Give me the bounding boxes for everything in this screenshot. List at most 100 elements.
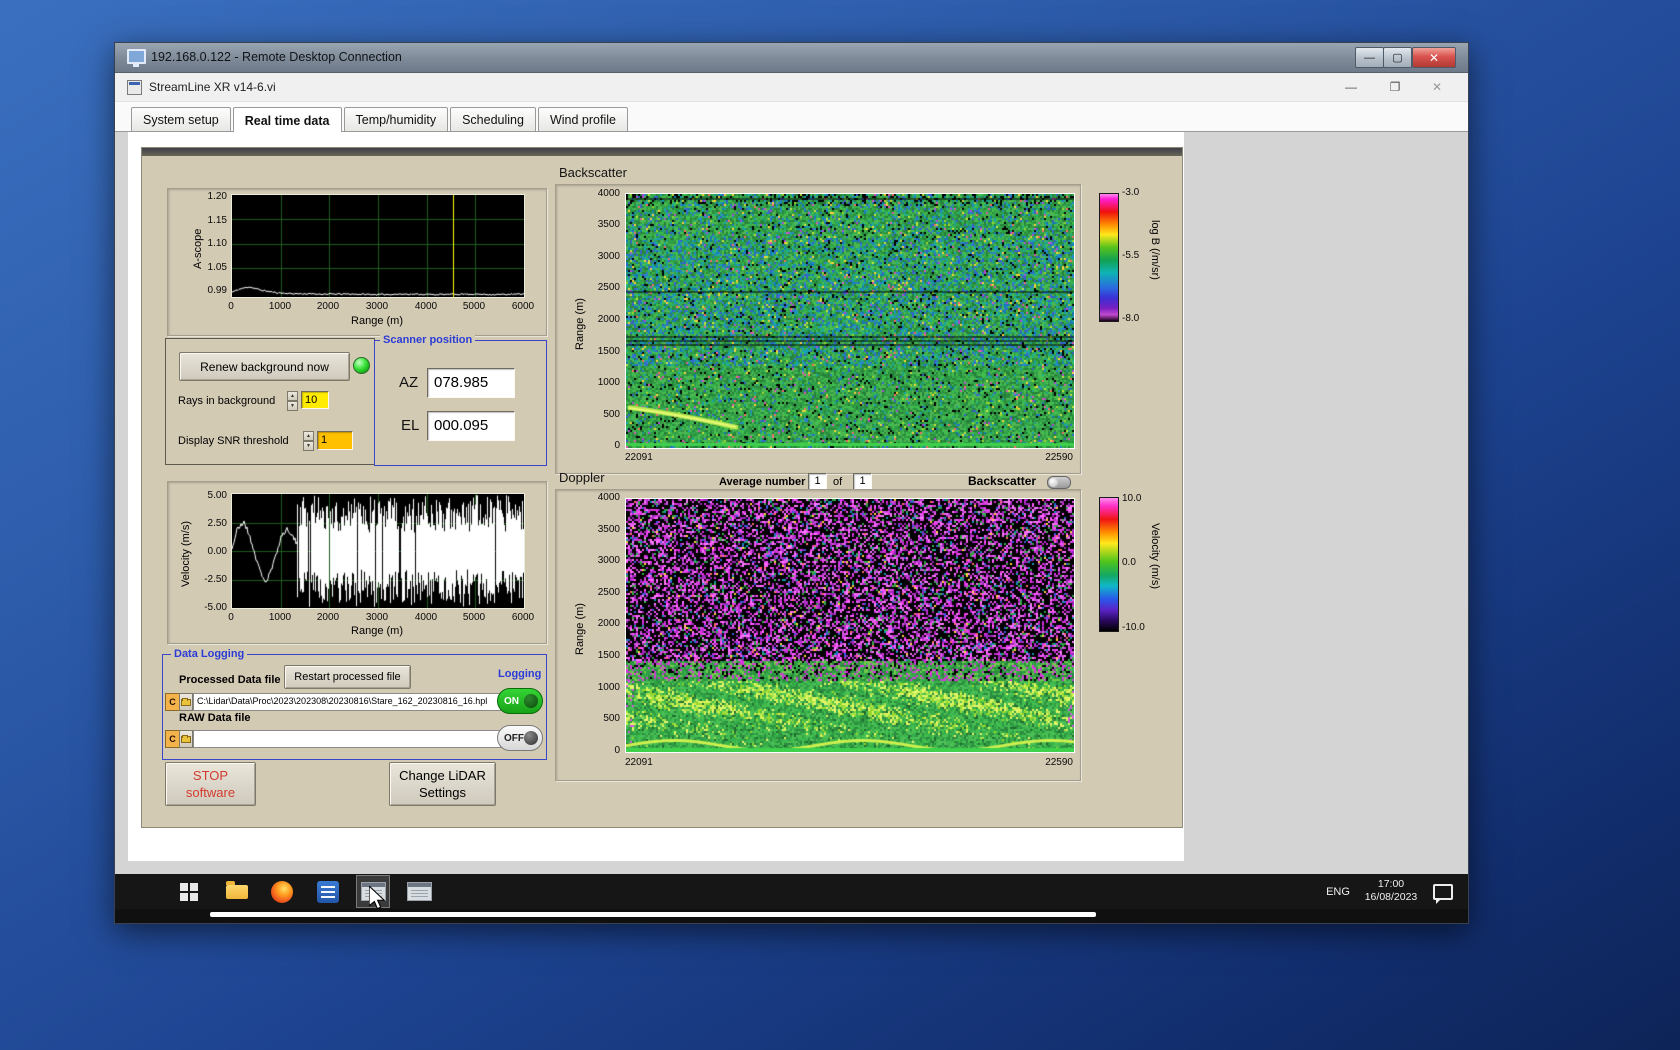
browse-processed-folder-button[interactable] bbox=[179, 693, 193, 711]
remote-desktop: StreamLine XR v14-6.vi — ❐ ✕ System setu… bbox=[115, 73, 1468, 923]
browse-raw-folder-button[interactable] bbox=[179, 730, 193, 748]
doppler-colorbar: 10.0 0.0 -10.0 Velocity (m/s) bbox=[1099, 493, 1195, 783]
app-window: StreamLine XR v14-6.vi — ❐ ✕ System setu… bbox=[115, 73, 1468, 876]
rdp-titlebar[interactable]: 192.168.0.122 - Remote Desktop Connectio… bbox=[115, 43, 1468, 73]
data-logging-title: Data Logging bbox=[171, 647, 248, 661]
snr-threshold-field[interactable]: 1 bbox=[317, 431, 353, 450]
backscatter-ytick: 3500 bbox=[597, 219, 620, 230]
snr-threshold-label: Display SNR threshold bbox=[178, 435, 289, 447]
folder-icon bbox=[181, 697, 191, 706]
scanner-position-title: Scanner position bbox=[380, 333, 476, 347]
clock-date: 16/08/2023 bbox=[1364, 891, 1418, 903]
spinner-up-icon[interactable]: ▲ bbox=[303, 431, 314, 441]
velocity-xtick: 2000 bbox=[316, 612, 340, 623]
spinner-up-icon[interactable]: ▲ bbox=[287, 391, 298, 401]
blue-app-button[interactable] bbox=[312, 876, 344, 907]
processed-data-file-label: Processed Data file bbox=[179, 674, 281, 686]
horizontal-scrollbar[interactable] bbox=[210, 912, 1096, 917]
average-number-field[interactable]: 1 bbox=[808, 473, 827, 490]
clock[interactable]: 17:00 16/08/2023 bbox=[1355, 878, 1427, 904]
tab-system-setup[interactable]: System setup bbox=[131, 107, 231, 131]
app-close-button[interactable]: ✕ bbox=[1416, 73, 1458, 101]
scan-window-button-2[interactable] bbox=[403, 876, 435, 907]
processed-path-field[interactable]: C:\Lidar\Data\Proc\2023\202308\20230816\… bbox=[193, 693, 501, 711]
doppler-ytick: 1500 bbox=[597, 650, 620, 661]
spinner-down-icon[interactable]: ▼ bbox=[287, 401, 298, 411]
backscatter-cbar-label: log B (/m/sr) bbox=[1149, 220, 1161, 280]
processed-logging-toggle[interactable]: ON bbox=[497, 688, 543, 714]
backscatter-display-toggle[interactable] bbox=[1047, 476, 1071, 489]
renew-background-button[interactable]: Renew background now bbox=[179, 352, 350, 381]
clock-time: 17:00 bbox=[1377, 878, 1405, 890]
doppler-cbar-tick: -10.0 bbox=[1122, 622, 1145, 633]
average-of-field[interactable]: 1 bbox=[853, 473, 872, 490]
doppler-ytick: 1000 bbox=[597, 682, 620, 693]
stop-software-button[interactable]: STOP software bbox=[165, 762, 256, 806]
drive-letter-box: C bbox=[165, 693, 180, 711]
change-lidar-settings-button[interactable]: Change LiDAR Settings bbox=[389, 762, 496, 806]
scan-window-icon bbox=[406, 882, 432, 901]
rays-spinner[interactable]: ▲ ▼ bbox=[287, 391, 298, 411]
ascope-xtick: 4000 bbox=[414, 301, 438, 312]
average-number-label: Average number bbox=[719, 476, 806, 488]
file-explorer-button[interactable] bbox=[221, 876, 253, 907]
of-label: of bbox=[833, 476, 843, 488]
doppler-x-start: 22091 bbox=[625, 757, 653, 768]
velocity-ytick: 2.50 bbox=[207, 518, 227, 529]
tab-real-time-data[interactable]: Real time data bbox=[232, 107, 342, 132]
ascope-canvas bbox=[231, 194, 525, 298]
desktop: 192.168.0.122 - Remote Desktop Connectio… bbox=[0, 0, 1680, 1050]
velocity-xtick: 6000 bbox=[511, 612, 535, 623]
notification-icon[interactable] bbox=[1433, 884, 1453, 904]
doppler-cbar-label: Velocity (m/s) bbox=[1149, 523, 1161, 590]
velocity-group: Velocity (m/s) 5.00 2.50 0.00 -2.50 -5.0… bbox=[167, 481, 547, 644]
firefox-button[interactable] bbox=[266, 876, 298, 907]
doppler-ytick: 3500 bbox=[597, 524, 620, 535]
backscatter-toggle-label: Backscatter bbox=[968, 474, 1037, 488]
renew-background-led bbox=[353, 357, 370, 374]
restart-processed-file-button[interactable]: Restart processed file bbox=[284, 665, 411, 689]
backscatter-ytick: 1500 bbox=[597, 346, 620, 357]
backscatter-cbar-tick: -8.0 bbox=[1122, 313, 1140, 324]
labview-vi-icon bbox=[127, 80, 142, 95]
start-button[interactable] bbox=[173, 876, 205, 907]
rdp-close-button[interactable]: ✕ bbox=[1412, 47, 1456, 68]
raw-data-file-label: RAW Data file bbox=[179, 712, 251, 724]
app-titlebar[interactable]: StreamLine XR v14-6.vi — ❐ ✕ bbox=[115, 73, 1468, 102]
tab-wind-profile[interactable]: Wind profile bbox=[537, 107, 628, 131]
backscatter-ytick: 0 bbox=[614, 440, 620, 451]
doppler-graph: Range (m) 4000 3500 3000 2500 2000 1500 … bbox=[555, 489, 1081, 781]
velocity-xtick: 3000 bbox=[365, 612, 389, 623]
tab-temp-humidity[interactable]: Temp/humidity bbox=[343, 107, 449, 131]
el-field[interactable]: 000.095 bbox=[427, 411, 515, 441]
az-field[interactable]: 078.985 bbox=[427, 368, 515, 398]
tab-scheduling[interactable]: Scheduling bbox=[450, 107, 536, 131]
ascope-ytick: 1.05 bbox=[207, 262, 227, 273]
language-indicator[interactable]: ENG bbox=[1318, 874, 1358, 909]
velocity-xtick: 4000 bbox=[414, 612, 438, 623]
raw-logging-toggle[interactable]: OFF bbox=[497, 725, 543, 751]
rdp-minimize-button[interactable]: — bbox=[1355, 47, 1384, 68]
doppler-cbar-tick: 10.0 bbox=[1122, 493, 1142, 504]
ascope-ytick: 1.15 bbox=[207, 215, 227, 226]
doppler-x-end: 22590 bbox=[1045, 757, 1073, 768]
ascope-xlabel: Range (m) bbox=[351, 315, 403, 327]
ascope-xtick: 2000 bbox=[316, 301, 340, 312]
app-minimize-button[interactable]: — bbox=[1330, 73, 1372, 101]
rays-in-background-field[interactable]: 10 bbox=[301, 391, 329, 409]
doppler-title: Doppler bbox=[559, 470, 605, 485]
front-panel: A-scope 1.20 1.15 1.10 1.05 0.99 0 1000 … bbox=[128, 132, 1184, 861]
velocity-xlabel: Range (m) bbox=[351, 625, 403, 637]
spinner-down-icon[interactable]: ▼ bbox=[303, 441, 314, 451]
mouse-cursor bbox=[368, 884, 386, 910]
ascope-ytick: 1.20 bbox=[207, 191, 227, 202]
app-restore-button[interactable]: ❐ bbox=[1374, 73, 1416, 101]
raw-path-field[interactable] bbox=[193, 730, 501, 748]
folder-icon bbox=[181, 734, 191, 743]
backscatter-x-start: 22091 bbox=[625, 452, 653, 463]
rdp-maximize-button[interactable]: ▢ bbox=[1383, 47, 1412, 68]
toggle-knob bbox=[524, 694, 538, 708]
app-window-title: StreamLine XR v14-6.vi bbox=[149, 80, 276, 94]
velocity-canvas bbox=[231, 493, 525, 609]
snr-spinner[interactable]: ▲ ▼ bbox=[303, 431, 314, 451]
